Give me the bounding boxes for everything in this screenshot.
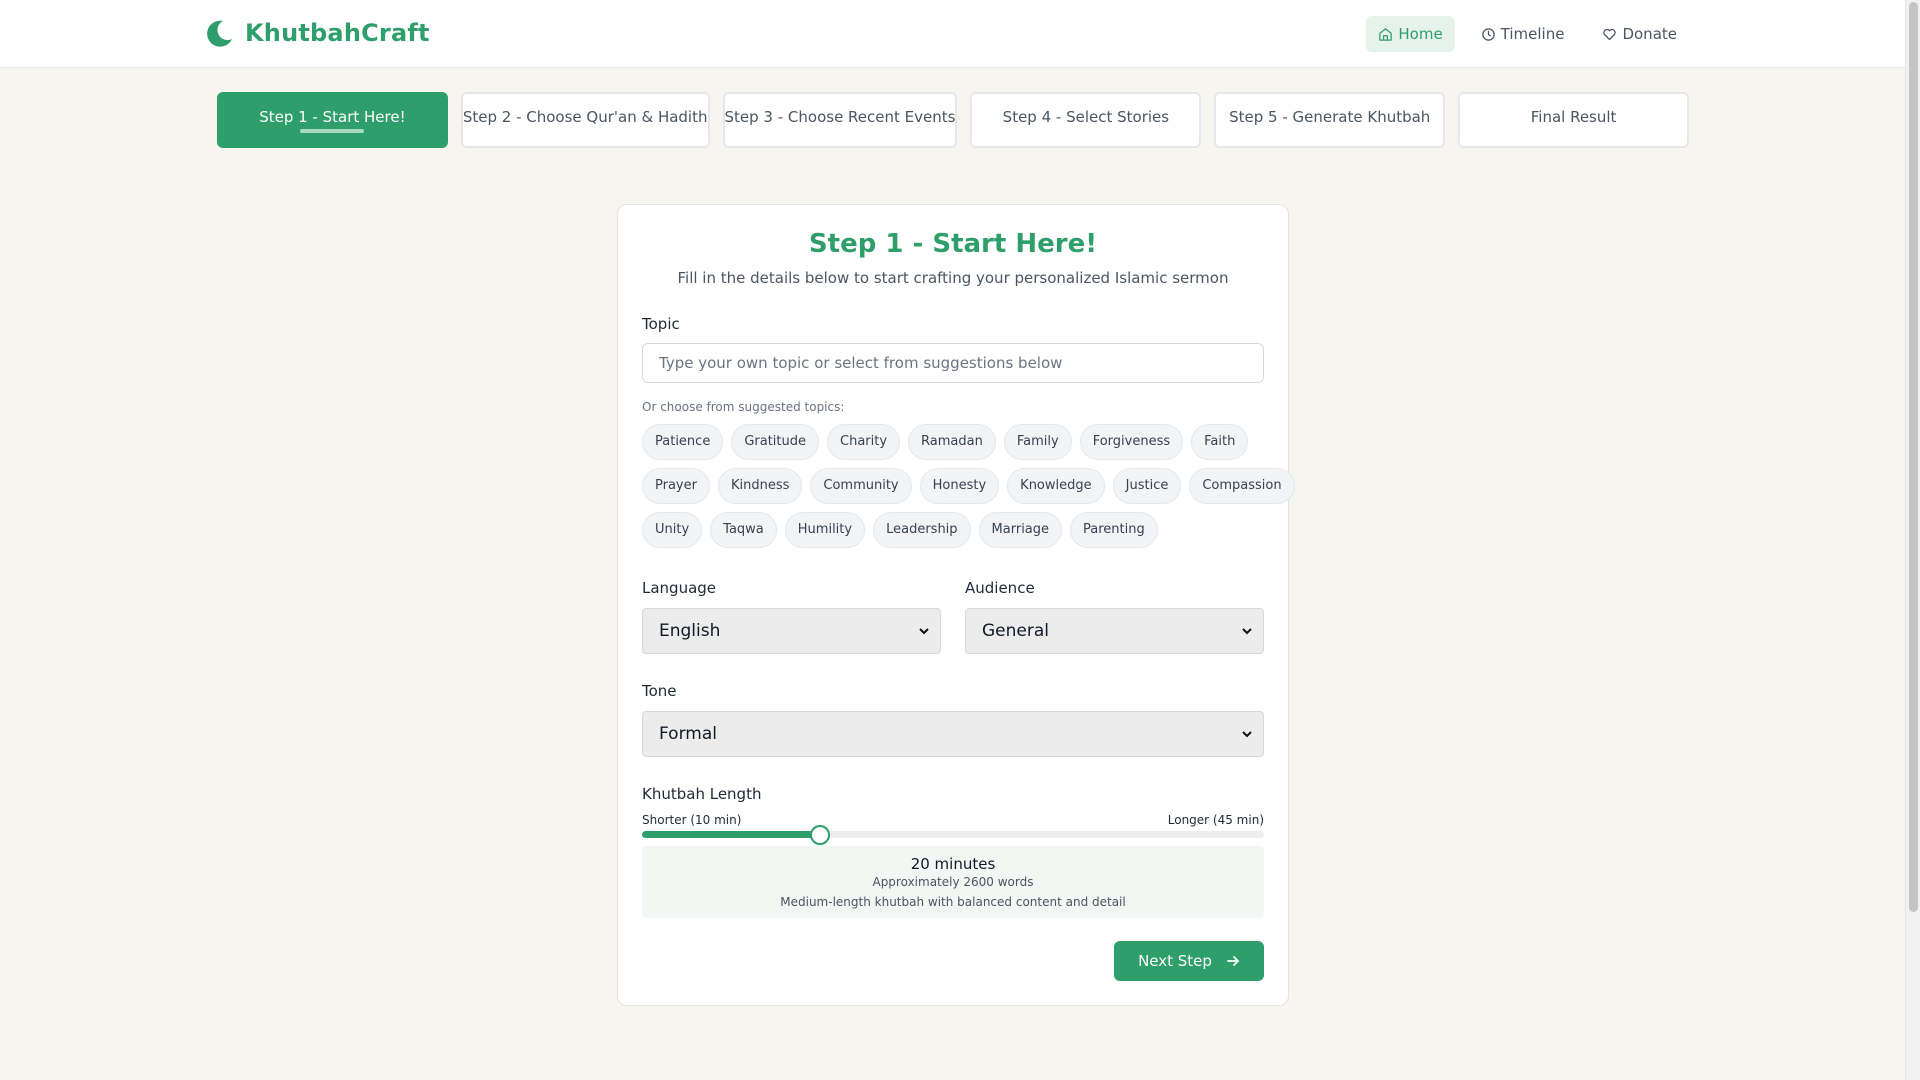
length-range-labels: Shorter (10 min) Longer (45 min) [642,813,1264,827]
length-slider[interactable] [642,825,1264,845]
step-tab-4[interactable]: Step 4 - Select Stories [970,92,1202,148]
suggested-topics: Patience Gratitude Charity Ramadan Family For… [642,424,1295,556]
topic-chip[interactable]: Patience [642,424,724,460]
scrollbar-thumb[interactable] [1909,2,1918,912]
step-tab-2[interactable]: Step 2 - Choose Qur'an & Hadith [460,92,710,148]
nav-timeline[interactable]: Timeline [1469,16,1577,52]
topic-chip[interactable]: Compassion [1189,468,1295,504]
step-tab-3[interactable]: Step 3 - Choose Recent Events [722,92,958,148]
brand[interactable]: KhutbahCraft [203,17,430,49]
form-subtitle: Fill in the details below to start craft… [677,269,1229,287]
step-tab-final[interactable]: Final Result [1458,92,1689,148]
topic-chip-row: Unity Taqwa Humility Leadership Marriage Pare… [642,512,1264,548]
language-select[interactable]: English [642,608,941,654]
topic-chip[interactable]: Honesty [919,468,1000,504]
step-tabs: Step 1 - Start Here! Step 2 - Choose Qur… [217,92,1689,148]
topic-chip[interactable]: Unity [642,512,703,548]
arrow-right-icon [1226,954,1240,968]
language-value: English [659,621,721,641]
length-max-label: Longer (45 min) [1167,813,1264,827]
topic-chip-row: Prayer Kindness Community Honesty Knowledge J… [642,468,1295,504]
length-words: Approximately 2600 words [872,875,1034,889]
topic-chip[interactable]: Faith [1191,424,1249,460]
nav-home[interactable]: Home [1366,16,1455,52]
page-scrollbar[interactable] [1905,0,1920,1080]
step-tab-1[interactable]: Step 1 - Start Here! [217,92,448,148]
length-description: Medium-length khutbah with balanced cont… [780,895,1126,909]
nav-home-label: Home [1398,25,1443,43]
audience-select[interactable]: General [965,608,1264,654]
topic-chip[interactable]: Family [1003,424,1072,460]
topic-chip[interactable]: Prayer [642,468,710,504]
nav-timeline-label: Timeline [1500,25,1565,43]
topic-label: Topic [642,315,680,333]
topic-chip[interactable]: Community [810,468,912,504]
length-slider-fill [642,831,820,838]
topic-chip[interactable]: Ramadan [908,424,996,460]
next-step-button[interactable]: Next Step [1114,941,1264,981]
suggested-topics-label: Or choose from suggested topics: [642,400,845,414]
topic-chip[interactable]: Marriage [978,512,1063,548]
next-step-label: Next Step [1138,952,1212,970]
topic-chip[interactable]: Charity [827,424,901,460]
topic-chip[interactable]: Leadership [873,512,971,548]
clock-icon [1481,27,1496,42]
length-slider-thumb[interactable] [809,825,830,845]
chevron-down-icon [919,628,929,635]
top-header: KhutbahCraft Home Timeline Donate [0,0,1905,68]
length-label: Khutbah Length [642,785,762,803]
brand-name: KhutbahCraft [245,19,430,47]
chevron-down-icon [1242,628,1252,635]
audience-label: Audience [965,579,1035,597]
form-title: Step 1 - Start Here! [808,229,1098,259]
topic-chip[interactable]: Forgiveness [1079,424,1184,460]
tone-label: Tone [642,682,677,700]
topic-chip[interactable]: Parenting [1070,512,1158,548]
topic-chip[interactable]: Humility [784,512,866,548]
length-summary: 20 minutes Approximately 2600 words Medi… [642,846,1264,918]
topic-chip[interactable]: Kindness [717,468,803,504]
nav-donate-label: Donate [1622,25,1677,43]
length-minutes: 20 minutes [910,855,996,873]
topic-input[interactable] [642,343,1264,383]
topic-chip[interactable]: Justice [1112,468,1182,504]
nav-donate[interactable]: Donate [1590,16,1689,52]
length-min-label: Shorter (10 min) [642,813,742,827]
topic-chip[interactable]: Gratitude [731,424,820,460]
language-label: Language [642,579,717,597]
home-icon [1378,27,1393,42]
topic-chip[interactable]: Knowledge [1007,468,1105,504]
main-nav: Home Timeline Donate [1366,16,1689,52]
chevron-down-icon [1242,731,1252,738]
topic-chip-row: Patience Gratitude Charity Ramadan Family For… [642,424,1264,460]
heart-icon [1602,27,1617,42]
tone-select[interactable]: Formal [642,711,1264,757]
topic-chip[interactable]: Taqwa [710,512,777,548]
audience-value: General [982,621,1049,641]
tone-value: Formal [659,724,717,744]
step-tab-5[interactable]: Step 5 - Generate Khutbah [1214,92,1446,148]
crescent-moon-icon [203,17,235,49]
start-form-card: Step 1 - Start Here! Fill in the details… [617,204,1295,1006]
